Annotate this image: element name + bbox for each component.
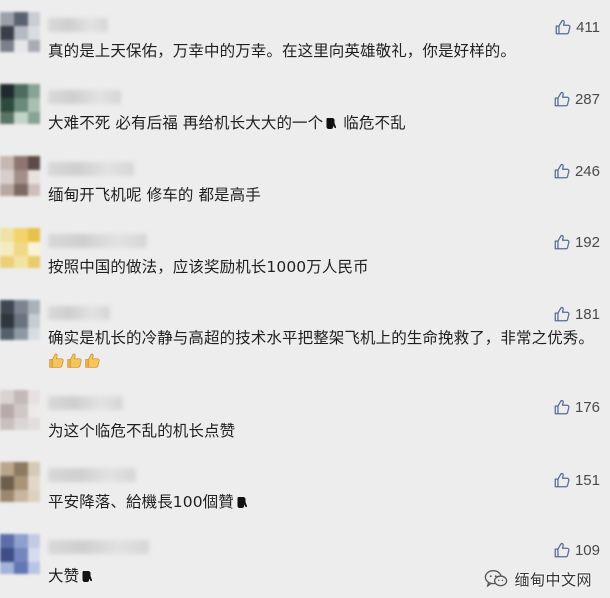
down-pointing-hand-icon	[326, 118, 337, 129]
like-button[interactable]: 411	[554, 16, 600, 38]
comment-body: 缅甸开飞机呢 修车的 都是高手	[48, 186, 261, 204]
comment-body: 大赞	[48, 567, 80, 585]
like-count: 411	[576, 18, 600, 36]
thumbs-up-icon	[554, 91, 570, 107]
avatar[interactable]	[0, 300, 40, 340]
comment-text: 为这个临危不乱的机长点赞	[48, 420, 603, 443]
avatar[interactable]	[0, 534, 40, 574]
comment-text: 确实是机长的冷静与高超的技术水平把整架飞机上的生命挽救了，非常之优秀。	[48, 327, 603, 373]
watermark-text: 缅甸中文网	[514, 570, 592, 589]
like-count: 181	[574, 305, 600, 323]
avatar[interactable]	[0, 390, 40, 430]
comment-body: 真的是上天保佑，万幸中的万幸。在这里向英雄敬礼，你是好样的。	[48, 42, 517, 60]
like-count: 192	[574, 233, 600, 251]
avatar[interactable]	[0, 84, 40, 124]
like-button[interactable]: 176	[553, 396, 600, 418]
wechat-icon	[485, 570, 508, 588]
thumbs-up-icon	[554, 306, 570, 322]
like-count: 151	[574, 471, 600, 489]
username-blurred[interactable]	[48, 396, 123, 410]
username-blurred[interactable]	[48, 234, 147, 248]
thumbs-up-emoji-icon	[85, 353, 100, 368]
thumbs-up-emoji-icon	[67, 353, 82, 368]
thumbs-up-icon	[555, 19, 571, 35]
comment-body: 大难不死 必有后福 再给机长大大的一个	[48, 114, 324, 132]
comment-body: 平安降落、給機長100個贊	[48, 493, 234, 511]
down-pointing-hand-icon	[82, 571, 93, 582]
thumbs-up-icon	[554, 399, 570, 415]
comment-text: 平安降落、給機長100個贊	[48, 491, 603, 514]
like-count: 246	[574, 162, 600, 180]
down-pointing-hand-icon	[237, 497, 247, 508]
like-button[interactable]: 246	[553, 160, 600, 182]
watermark: 缅甸中文网	[484, 568, 592, 590]
avatar[interactable]	[0, 12, 40, 52]
username-blurred[interactable]	[48, 90, 121, 104]
thumbs-up-icon	[554, 472, 570, 488]
thumbs-up-icon	[554, 163, 570, 179]
username-blurred[interactable]	[48, 306, 110, 320]
like-count: 109	[574, 541, 600, 559]
comment-text: 大难不死 必有后福 再给机长大大的一个 临危不乱	[48, 112, 603, 135]
comment-body: 按照中国的做法，应该奖励机长1000万人民币	[48, 258, 369, 276]
avatar[interactable]	[0, 228, 40, 268]
like-count: 287	[574, 90, 600, 108]
thumbs-up-emoji-icon	[49, 353, 64, 368]
comment-text: 真的是上天保佑，万幸中的万幸。在这里向英雄敬礼，你是好样的。	[48, 40, 603, 63]
comment-body-tail: 临危不乱	[338, 114, 406, 132]
like-button[interactable]: 151	[553, 469, 600, 491]
like-button[interactable]: 192	[553, 231, 600, 253]
like-button[interactable]: 181	[553, 303, 600, 325]
comment-body: 确实是机长的冷静与高超的技术水平把整架飞机上的生命挽救了，非常之优秀。	[48, 329, 595, 347]
username-blurred[interactable]	[48, 18, 108, 32]
comment-text: 按照中国的做法，应该奖励机长1000万人民币	[48, 256, 603, 279]
username-blurred[interactable]	[48, 540, 149, 554]
like-count: 176	[574, 398, 600, 416]
comment-body: 为这个临危不乱的机长点赞	[48, 422, 236, 440]
username-blurred[interactable]	[48, 162, 134, 176]
avatar[interactable]	[0, 462, 40, 502]
avatar[interactable]	[0, 156, 40, 196]
thumbs-up-icon	[554, 542, 570, 558]
like-button[interactable]: 287	[553, 88, 600, 110]
thumbs-up-icon	[554, 234, 570, 250]
comment-text: 缅甸开飞机呢 修车的 都是高手	[48, 184, 603, 207]
comment-list: 411 真的是上天保佑，万幸中的万幸。在这里向英雄敬礼，你是好样的。 287 大难不死…	[0, 0, 610, 598]
username-blurred[interactable]	[48, 468, 136, 482]
like-button[interactable]: 109	[553, 539, 600, 561]
